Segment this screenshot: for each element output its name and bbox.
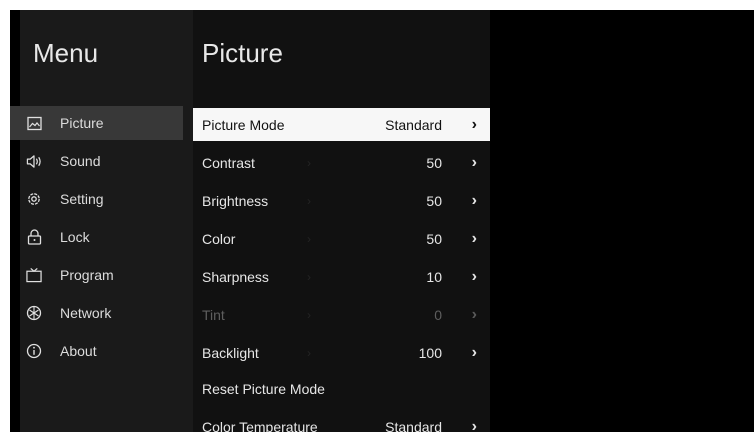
tint-row: Tint › 0 › (193, 298, 490, 331)
menu-item-about[interactable]: About (10, 334, 183, 368)
chevron-right-icon: › (471, 229, 477, 247)
chevron-right-icon: › (471, 305, 477, 323)
row-value: 50 (426, 192, 442, 209)
row-label: Contrast (202, 154, 255, 171)
backlight-row[interactable]: Backlight › 100 › (193, 336, 490, 369)
row-value: 10 (426, 268, 442, 285)
menu-item-label: Setting (60, 191, 104, 207)
menu-item-program[interactable]: Program (10, 258, 183, 292)
row-label: Color (202, 230, 236, 247)
picture-title: Picture (202, 38, 283, 68)
row-value: 50 (426, 230, 442, 247)
ghost-chevron-icon: › (307, 345, 311, 360)
lock-icon (26, 229, 42, 245)
speaker-icon (26, 153, 42, 169)
picture-mode-row[interactable]: Picture Mode Standard › (193, 108, 490, 141)
ghost-chevron-icon: › (307, 269, 311, 284)
menu-item-picture[interactable]: Picture (10, 106, 183, 140)
row-label: Backlight (202, 344, 259, 361)
row-value: 0 (434, 306, 442, 323)
sharpness-row[interactable]: Sharpness › 10 › (193, 260, 490, 293)
color-temperature-row[interactable]: Color Temperature Standard › (193, 410, 490, 432)
row-value: 50 (426, 154, 442, 171)
chevron-right-icon: › (471, 343, 477, 361)
menu-item-label: Picture (60, 115, 104, 131)
chevron-right-icon: › (471, 191, 477, 209)
network-icon (26, 305, 42, 321)
menu-item-network[interactable]: Network (10, 296, 183, 330)
row-value: Standard (385, 116, 442, 133)
picture-icon (26, 115, 42, 131)
brightness-row[interactable]: Brightness › 50 › (193, 184, 490, 217)
menu-item-label: About (60, 343, 97, 359)
menu-item-label: Network (60, 305, 112, 321)
gear-icon (26, 191, 42, 207)
menu-item-sound[interactable]: Sound (10, 144, 183, 178)
tv-screen: Menu Picture Sound Setting Lock Program (10, 10, 754, 432)
ghost-chevron-icon: › (307, 193, 311, 208)
reset-picture-mode-row[interactable]: Reset Picture Mode (193, 372, 490, 405)
row-label: Brightness (202, 192, 269, 209)
row-label: Reset Picture Mode (202, 380, 325, 397)
contrast-row[interactable]: Contrast › 50 › (193, 146, 490, 179)
chevron-right-icon: › (471, 417, 477, 432)
ghost-chevron-icon: › (307, 307, 311, 322)
info-icon (26, 343, 42, 359)
chevron-right-icon: › (471, 115, 477, 133)
menu-item-lock[interactable]: Lock (10, 220, 183, 254)
tv-icon (26, 267, 42, 283)
menu-title: Menu (33, 38, 99, 68)
row-label: Tint (202, 306, 225, 323)
color-row[interactable]: Color › 50 › (193, 222, 490, 255)
menu-item-label: Lock (60, 229, 90, 245)
menu-item-label: Program (60, 267, 114, 283)
row-label: Sharpness (202, 268, 269, 285)
row-value: Standard (385, 418, 442, 432)
chevron-right-icon: › (471, 153, 477, 171)
ghost-chevron-icon: › (307, 155, 311, 170)
row-label: Picture Mode (202, 116, 285, 133)
row-value: 100 (418, 344, 442, 361)
menu-item-label: Sound (60, 153, 101, 169)
chevron-right-icon: › (471, 267, 477, 285)
menu-item-setting[interactable]: Setting (10, 182, 183, 216)
row-label: Color Temperature (202, 418, 318, 432)
ghost-chevron-icon: › (307, 231, 311, 246)
